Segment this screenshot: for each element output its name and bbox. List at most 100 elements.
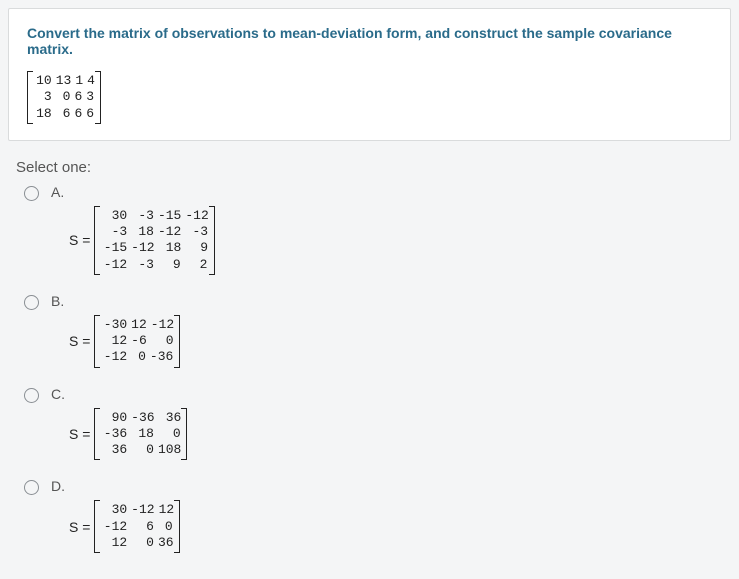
- radio-b[interactable]: [24, 295, 39, 310]
- matrix-cell: 0: [154, 519, 173, 535]
- matrix-cell: 0: [127, 442, 154, 458]
- s-equals: S =: [69, 232, 90, 248]
- option-a[interactable]: A. S = 30-3-15-12-318-12-3-15-12189-12-3…: [24, 184, 731, 275]
- matrix-cell: 13: [52, 73, 72, 89]
- matrix-cell: 12: [100, 333, 127, 349]
- matrix-cell: 12: [155, 502, 175, 518]
- matrix-cell: 0: [147, 333, 174, 349]
- matrix-cell: -3: [100, 224, 127, 240]
- radio-a[interactable]: [24, 186, 39, 201]
- matrix-cell: -12: [100, 519, 127, 535]
- matrix-cell: 18: [127, 426, 154, 442]
- option-c[interactable]: C. S = 90-3636-36180360108: [24, 386, 731, 461]
- matrix-cell: 2: [181, 257, 208, 273]
- option-matrix: 30-1212-126012036: [94, 500, 180, 553]
- matrix-cell: 30: [100, 208, 127, 224]
- matrix-cell: 12: [127, 317, 147, 333]
- matrix-row: -120-36: [100, 349, 174, 365]
- matrix-cell: -30: [100, 317, 127, 333]
- matrix-cell: 36: [155, 410, 182, 426]
- matrix-cell: 108: [154, 442, 181, 458]
- matrix-row: -318-12-3: [100, 224, 208, 240]
- option-body: C. S = 90-3636-36180360108: [51, 386, 187, 461]
- matrix-cell: -15: [100, 240, 127, 256]
- matrix-row: 30-3-15-12: [100, 208, 208, 224]
- question-prompt: Convert the matrix of observations to me…: [27, 25, 712, 57]
- matrix-row: 360108: [100, 442, 181, 458]
- matrix-cell: -15: [154, 208, 181, 224]
- select-one-label: Select one:: [8, 159, 731, 176]
- matrix-cell: 36: [154, 535, 174, 551]
- matrix-cell: 6: [70, 89, 82, 105]
- option-letter: A.: [51, 184, 215, 200]
- radio-d[interactable]: [24, 480, 39, 495]
- matrix-cell: 3: [82, 89, 94, 105]
- matrix-row: 101314: [33, 73, 95, 89]
- matrix-row: 12-60: [100, 333, 174, 349]
- matrix-row: 18666: [33, 106, 95, 122]
- matrix-cell: -12: [127, 502, 154, 518]
- matrix-row: 30-1212: [100, 502, 174, 518]
- matrix-cell: 4: [83, 73, 95, 89]
- equation: S = 30-1212-126012036: [69, 500, 180, 553]
- options-list: A. S = 30-3-15-12-318-12-3-15-12189-12-3…: [8, 184, 731, 553]
- matrix-row: -1260: [100, 519, 174, 535]
- matrix-cell: 1: [71, 73, 83, 89]
- matrix-row: -15-12189: [100, 240, 208, 256]
- matrix-cell: 0: [127, 535, 154, 551]
- matrix-cell: 6: [82, 106, 94, 122]
- matrix-cell: 3: [33, 89, 52, 105]
- option-letter: D.: [51, 478, 180, 494]
- option-b[interactable]: B. S = -3012-1212-60-120-36: [24, 293, 731, 368]
- matrix-cell: 18: [127, 224, 154, 240]
- matrix-cell: 9: [181, 240, 208, 256]
- matrix-cell: 90: [100, 410, 127, 426]
- s-equals: S =: [69, 333, 90, 349]
- matrix-row: 3063: [33, 89, 95, 105]
- matrix-cell: -36: [100, 426, 127, 442]
- matrix-cell: 0: [127, 349, 146, 365]
- matrix-cell: -12: [147, 317, 174, 333]
- matrix-cell: 6: [70, 106, 82, 122]
- matrix-cell: 6: [127, 519, 154, 535]
- matrix-row: -3012-12: [100, 317, 174, 333]
- equation: S = -3012-1212-60-120-36: [69, 315, 180, 368]
- matrix-cell: 18: [155, 240, 182, 256]
- matrix-cell: 0: [154, 426, 181, 442]
- observation-matrix: 101314306318666: [27, 71, 101, 124]
- matrix-cell: 10: [33, 73, 52, 89]
- matrix-cell: 0: [52, 89, 71, 105]
- matrix-row: 12036: [100, 535, 174, 551]
- option-letter: B.: [51, 293, 180, 309]
- matrix-row: -36180: [100, 426, 181, 442]
- matrix-row: 90-3636: [100, 410, 181, 426]
- matrix-cell: 30: [100, 502, 127, 518]
- matrix-cell: -36: [127, 410, 154, 426]
- radio-c[interactable]: [24, 388, 39, 403]
- matrix-cell: -3: [127, 257, 154, 273]
- option-matrix: 90-3636-36180360108: [94, 408, 187, 461]
- option-d[interactable]: D. S = 30-1212-126012036: [24, 478, 731, 553]
- equation: S = 30-3-15-12-318-12-3-15-12189-12-392: [69, 206, 215, 275]
- matrix-cell: 6: [52, 106, 71, 122]
- matrix-cell: -3: [181, 224, 208, 240]
- matrix-cell: 36: [100, 442, 127, 458]
- matrix-cell: -12: [181, 208, 208, 224]
- matrix-cell: 9: [154, 257, 181, 273]
- matrix-cell: -12: [100, 349, 127, 365]
- option-body: A. S = 30-3-15-12-318-12-3-15-12189-12-3…: [51, 184, 215, 275]
- matrix-cell: -3: [127, 208, 154, 224]
- question-container: Convert the matrix of observations to me…: [8, 8, 731, 141]
- matrix-cell: -12: [127, 240, 154, 256]
- matrix-cell: 12: [100, 535, 127, 551]
- option-body: D. S = 30-1212-126012036: [51, 478, 180, 553]
- matrix-cell: -12: [100, 257, 127, 273]
- s-equals: S =: [69, 519, 90, 535]
- equation: S = 90-3636-36180360108: [69, 408, 187, 461]
- matrix-row: -12-392: [100, 257, 208, 273]
- option-matrix: -3012-1212-60-120-36: [94, 315, 180, 368]
- matrix-cell: 18: [33, 106, 52, 122]
- option-matrix: 30-3-15-12-318-12-3-15-12189-12-392: [94, 206, 214, 275]
- s-equals: S =: [69, 426, 90, 442]
- matrix-cell: -12: [154, 224, 181, 240]
